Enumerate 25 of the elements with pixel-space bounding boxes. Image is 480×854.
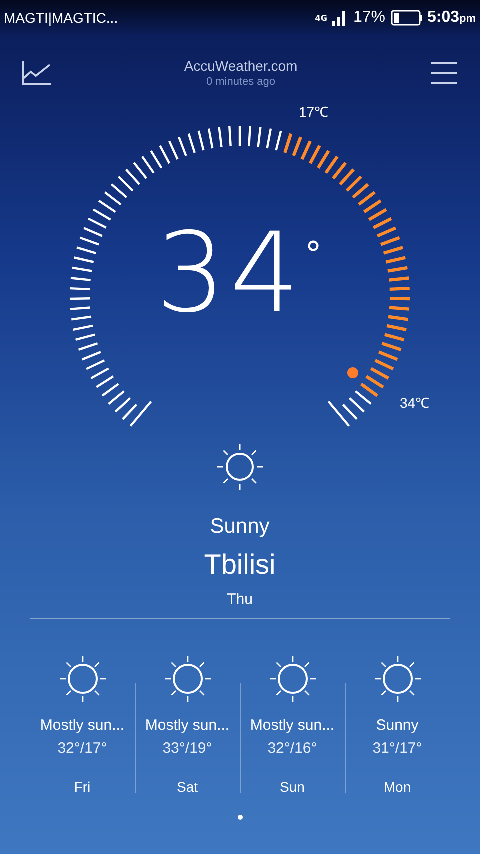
forecast-temperature: 32°/16° [268, 740, 318, 757]
battery-percent: 17% [353, 9, 386, 27]
forecast-condition: Sunny [376, 717, 419, 734]
forecast-temperature: 31°/17° [372, 740, 422, 757]
forecast-condition: Mostly sun... [40, 717, 125, 734]
forecast-day: Sat [176, 779, 198, 795]
forecast-temperature: 33°/19° [162, 740, 212, 757]
low-temp-label: 17℃ [299, 103, 329, 121]
source-label[interactable]: AccuWeather.com [184, 58, 298, 74]
forecast-condition: Mostly sun... [145, 717, 230, 734]
current-temperature: 34 [155, 218, 305, 328]
carrier-name: MAGTI|MAGTIC... [4, 10, 118, 26]
degree-sign: ° [305, 238, 322, 272]
forecast-temperature: 32°/17° [58, 740, 108, 757]
weather-condition: Sunny [210, 515, 270, 539]
forecast-day: Fri [74, 779, 91, 795]
city-name: Tbilisi [204, 549, 276, 581]
forecast-day: Sun [280, 779, 305, 795]
updated-label: 0 minutes ago [206, 76, 276, 88]
forecast-condition: Mostly sun... [250, 717, 335, 734]
clock-time: 5:03pm [427, 9, 476, 27]
high-temp-label: 34℃ [400, 394, 430, 412]
day-label: Thu [227, 591, 253, 608]
forecast-day: Mon [384, 779, 412, 795]
network-type: 4G [315, 14, 328, 22]
